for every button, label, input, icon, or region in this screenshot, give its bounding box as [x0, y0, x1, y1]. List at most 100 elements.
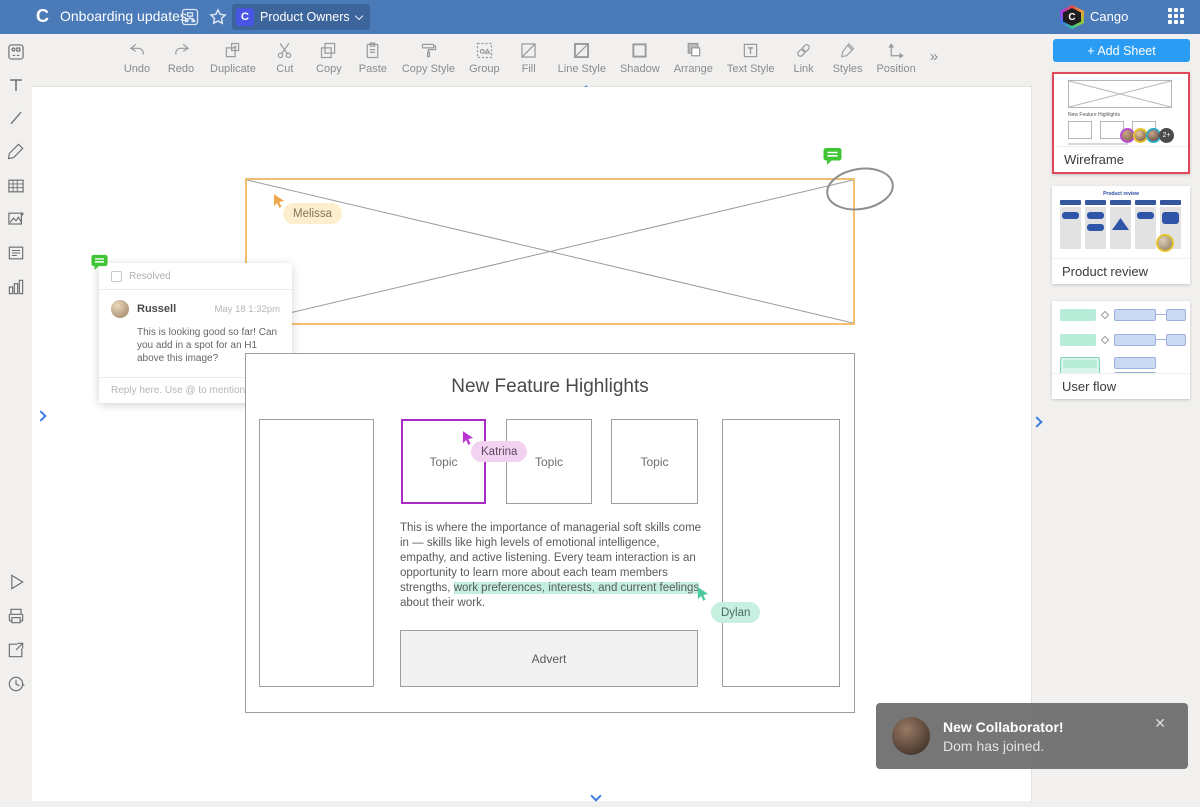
sheet-name: Wireframe: [1054, 146, 1188, 172]
pen-tool-icon[interactable]: [6, 141, 26, 161]
user-name-label: Cango: [1090, 9, 1129, 24]
sheet-thumbnail: [1052, 301, 1190, 373]
user-avatar[interactable]: C: [1060, 5, 1084, 29]
favorite-star-icon[interactable]: [208, 7, 228, 27]
sheet-card-wireframe[interactable]: New Feature Highlights 2+ Wireframe: [1052, 72, 1190, 174]
chevron-down-icon: [354, 11, 363, 20]
undo-button[interactable]: Undo: [122, 40, 152, 75]
toast-title: New Collaborator!: [943, 718, 1064, 735]
toolbar-overflow-button[interactable]: »: [930, 48, 938, 65]
line-style-button[interactable]: Line Style: [558, 40, 606, 97]
text-style-button[interactable]: Text Style: [727, 40, 775, 75]
fill-button[interactable]: Fill: [514, 40, 544, 75]
sheet-card-user-flow[interactable]: User flow: [1052, 301, 1190, 399]
position-axes-icon: [887, 43, 904, 59]
toast-close-icon[interactable]: ✕: [1154, 715, 1166, 732]
resolved-checkbox[interactable]: [111, 270, 122, 282]
paint-roller-icon: [421, 43, 437, 58]
collaborator-cursor-melissa-label: Melissa: [283, 203, 342, 224]
line-tool-icon[interactable]: [6, 108, 26, 128]
link-button[interactable]: Link: [789, 40, 819, 75]
thumbnail-title-text: Product review: [1103, 191, 1139, 197]
fill-icon: [521, 43, 536, 58]
position-button[interactable]: Position: [877, 40, 916, 75]
collaborator-count-badge: 2+: [1159, 128, 1174, 143]
apps-grid-icon[interactable]: [1168, 8, 1186, 26]
sheets-panel: + Add Sheet New Feature Highlights 2+ Wi…: [1048, 34, 1200, 807]
ellipse-annotation[interactable]: [822, 162, 898, 216]
comment-pin-icon[interactable]: [91, 254, 108, 271]
sheet-thumbnail: Product review: [1052, 186, 1190, 258]
wireframe-paragraph[interactable]: This is where the importance of manageri…: [400, 521, 702, 611]
paste-button[interactable]: Paste: [358, 40, 388, 75]
cut-icon: [278, 43, 292, 59]
canvas-footer-strip: [32, 801, 1032, 807]
toast-message: Dom has joined.: [943, 737, 1045, 754]
duplicate-button[interactable]: Duplicate: [210, 40, 256, 75]
present-play-icon[interactable]: [6, 572, 26, 592]
link-icon: [797, 44, 810, 57]
sheet-name: Product review: [1052, 258, 1190, 284]
app-logo-icon[interactable]: C: [36, 6, 49, 27]
resolved-label: Resolved: [129, 270, 171, 282]
drawing-canvas[interactable]: Melissa Resolved Russell May 18 1:32pm T…: [32, 87, 1032, 807]
print-icon[interactable]: [6, 606, 26, 626]
add-sheet-button[interactable]: + Add Sheet: [1053, 39, 1190, 62]
redo-icon: [174, 43, 189, 55]
shapes-tool-icon[interactable]: [6, 42, 26, 62]
app-window: C Onboarding updates C Product Owners C …: [0, 0, 1200, 807]
sheet-thumbnail: New Feature Highlights 2+: [1054, 74, 1188, 146]
undo-icon: [129, 43, 144, 55]
paste-icon: [366, 42, 379, 59]
export-icon[interactable]: [6, 640, 26, 660]
thumbnail-heading-text: New Feature Highlights: [1068, 112, 1120, 118]
text-style-icon: [743, 43, 758, 58]
wireframe-right-column-shape[interactable]: [722, 419, 840, 687]
collaborator-cursor-dylan-label: Dylan: [711, 602, 761, 623]
collaborator-cursor-katrina-label: Katrina: [471, 441, 528, 462]
team-selector-dropdown[interactable]: C Product Owners: [232, 4, 370, 30]
copy-style-button[interactable]: Copy Style: [402, 40, 455, 75]
image-tool-icon[interactable]: [6, 209, 26, 229]
copy-button[interactable]: Copy: [314, 40, 344, 75]
team-logo-icon: C: [236, 8, 254, 26]
main-toolbar: Undo Redo Duplicate Cut Copy Paste Copy …: [0, 34, 1032, 97]
comment-pin-icon[interactable]: [823, 147, 842, 166]
arrange-button[interactable]: Arrange: [674, 40, 713, 75]
text-tool-icon[interactable]: [6, 75, 26, 95]
comment-popup-header: Resolved: [99, 263, 292, 290]
table-tool-icon[interactable]: [6, 176, 26, 196]
group-button[interactable]: Group: [469, 40, 500, 75]
new-collaborator-toast: New Collaborator! Dom has joined. ✕: [876, 703, 1188, 769]
commenter-name: Russell: [137, 303, 177, 315]
highlighted-text: work preferences, interests, and current…: [453, 582, 700, 594]
collaborator-avatar: [892, 717, 930, 755]
left-tool-rail: [0, 34, 32, 807]
shadow-icon: [632, 43, 647, 58]
redo-button[interactable]: Redo: [166, 40, 196, 75]
org-chart-icon[interactable]: [180, 7, 200, 27]
chart-tool-icon[interactable]: [6, 277, 26, 297]
wireframe-heading[interactable]: New Feature Highlights: [245, 376, 855, 398]
top-header-bar: C Onboarding updates C Product Owners C …: [0, 0, 1200, 34]
document-title: Onboarding updates: [60, 8, 187, 24]
comment-timestamp: May 18 1:32pm: [214, 303, 280, 315]
styles-pen-icon: [841, 43, 855, 58]
commenter-avatar: [111, 300, 129, 318]
shadow-button[interactable]: Shadow: [620, 40, 660, 75]
advert-box-shape[interactable]: Advert: [400, 630, 698, 687]
styles-button[interactable]: Styles: [833, 40, 863, 75]
cut-button[interactable]: Cut: [270, 40, 300, 75]
sheet-name: User flow: [1052, 373, 1190, 399]
history-icon[interactable]: [6, 674, 26, 694]
topic-box[interactable]: Topic: [611, 419, 698, 504]
expand-right-panel-chevron-icon[interactable]: [1031, 416, 1043, 428]
image-placeholder-shape[interactable]: [245, 178, 855, 325]
wireframe-left-column-shape[interactable]: [259, 419, 374, 687]
sheet-card-product-review[interactable]: Product review Product review: [1052, 186, 1190, 284]
collaborator-avatar: [1156, 234, 1174, 252]
line-style-icon: [574, 42, 590, 59]
note-tool-icon[interactable]: [6, 243, 26, 263]
group-icon: [476, 42, 492, 59]
arrange-icon: [687, 42, 701, 57]
